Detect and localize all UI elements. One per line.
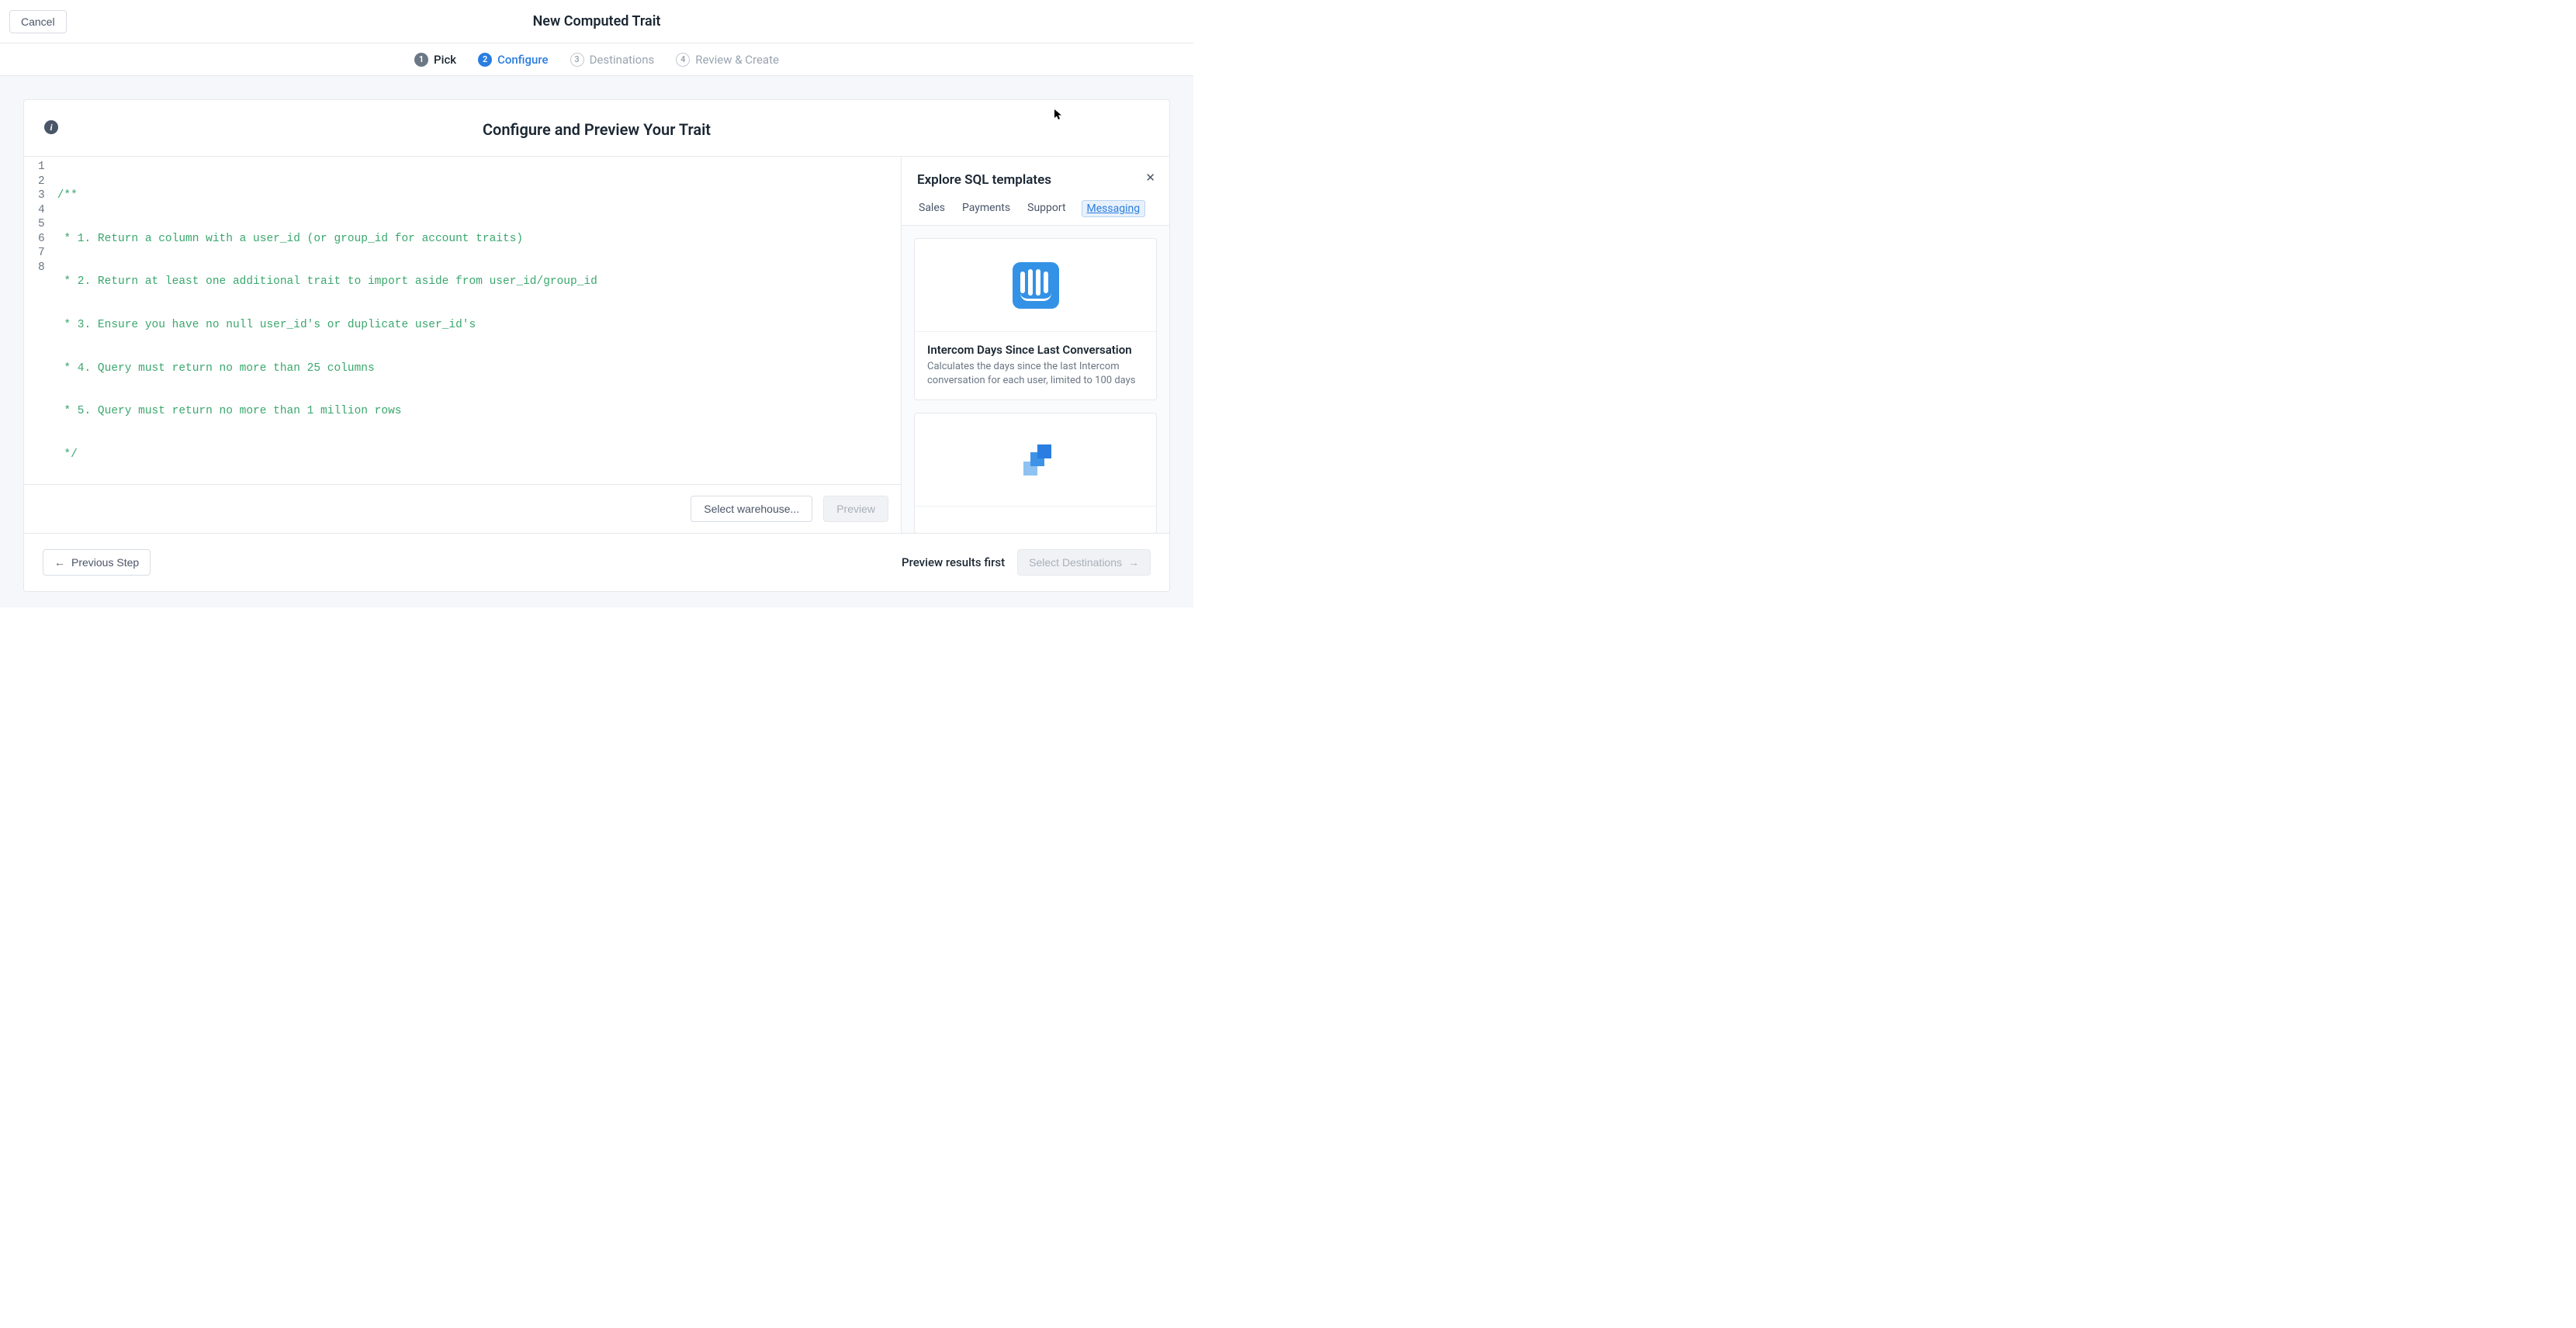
step-number: 4 — [676, 53, 690, 67]
step-review: 4 Review & Create — [676, 53, 779, 67]
templates-header: Explore SQL templates ✕ — [902, 157, 1169, 188]
line-number-gutter: 1 2 3 4 5 6 7 8 — [24, 157, 51, 484]
select-destinations-button: Select Destinations → — [1017, 549, 1151, 576]
tab-messaging[interactable]: Messaging — [1082, 200, 1146, 217]
sql-editor[interactable]: 1 2 3 4 5 6 7 8 /** * 1. Return a column… — [24, 157, 901, 484]
preview-button[interactable]: Preview — [823, 496, 888, 522]
tab-sales[interactable]: Sales — [917, 200, 947, 217]
step-pick[interactable]: 1 Pick — [414, 53, 456, 67]
templates-title: Explore SQL templates — [917, 172, 1154, 188]
step-number: 3 — [570, 53, 584, 67]
preview-hint: Preview results first — [902, 555, 1005, 569]
templates-list[interactable]: Intercom Days Since Last Conversation Ca… — [902, 226, 1169, 533]
config-card: i Configure and Preview Your Trait 1 2 3… — [23, 99, 1170, 592]
cancel-button[interactable]: Cancel — [9, 10, 67, 33]
step-configure[interactable]: 2 Configure — [478, 53, 548, 67]
editor-footer: Select warehouse... Preview — [24, 484, 901, 533]
intercom-icon — [915, 239, 1156, 332]
info-icon[interactable]: i — [44, 120, 58, 134]
arrow-right-icon: → — [1128, 556, 1139, 569]
step-label: Destinations — [590, 53, 655, 67]
page-title: New Computed Trait — [533, 13, 661, 29]
close-icon[interactable]: ✕ — [1145, 172, 1155, 184]
previous-step-button[interactable]: ← Previous Step — [43, 549, 151, 576]
templates-tabs: Sales Payments Support Messaging — [902, 188, 1169, 226]
tab-payments[interactable]: Payments — [961, 200, 1012, 217]
step-label: Pick — [434, 53, 456, 67]
step-label: Configure — [497, 53, 548, 67]
wizard-footer: ← Previous Step Preview results first Se… — [24, 533, 1169, 591]
template-description: Calculates the days since the last Inter… — [927, 360, 1144, 387]
page-body: i Configure and Preview Your Trait 1 2 3… — [0, 76, 1193, 607]
next-step-label: Select Destinations — [1029, 556, 1122, 569]
stepper: 1 Pick 2 Configure 3 Destinations 4 Revi… — [0, 43, 1193, 76]
tab-support[interactable]: Support — [1026, 200, 1067, 217]
template-card[interactable]: Intercom Days Since Last Conversation Ca… — [914, 238, 1157, 400]
card-header: i Configure and Preview Your Trait — [24, 100, 1169, 156]
step-number: 1 — [414, 53, 428, 67]
card-body: 1 2 3 4 5 6 7 8 /** * 1. Return a column… — [24, 156, 1169, 533]
sendgrid-icon — [915, 413, 1156, 507]
top-bar: Cancel New Computed Trait — [0, 0, 1193, 43]
card-title: Configure and Preview Your Trait — [40, 120, 1154, 139]
arrow-left-icon: ← — [54, 556, 65, 569]
template-title: Intercom Days Since Last Conversation — [927, 343, 1144, 357]
step-destinations: 3 Destinations — [570, 53, 655, 67]
previous-step-label: Previous Step — [71, 556, 139, 569]
code-content[interactable]: /** * 1. Return a column with a user_id … — [51, 157, 901, 484]
step-label: Review & Create — [695, 53, 779, 67]
step-number: 2 — [478, 53, 492, 67]
template-card[interactable] — [914, 413, 1157, 533]
templates-panel: Explore SQL templates ✕ Sales Payments S… — [902, 157, 1169, 533]
sql-editor-pane: 1 2 3 4 5 6 7 8 /** * 1. Return a column… — [24, 157, 902, 533]
mouse-cursor-icon — [1054, 109, 1062, 120]
select-warehouse-button[interactable]: Select warehouse... — [691, 496, 812, 522]
